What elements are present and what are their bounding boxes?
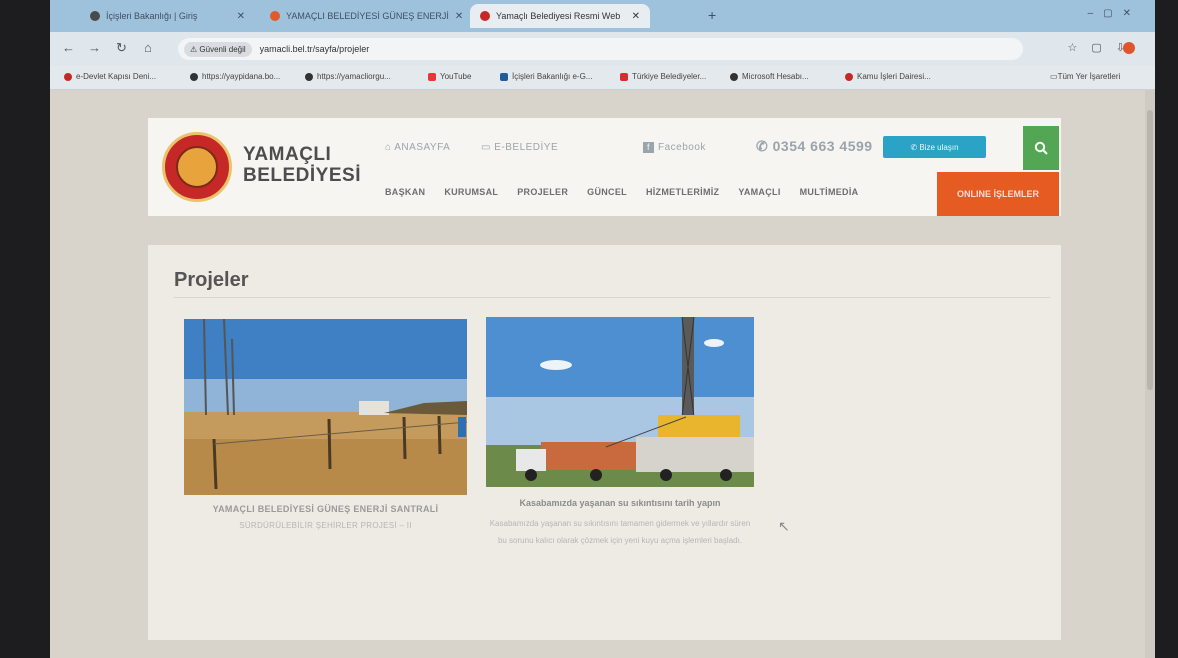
logo-emblem [176, 146, 218, 188]
menu-item-multimedia[interactable]: MULTİMEDİA [800, 187, 859, 197]
bookmark-icon [620, 72, 628, 81]
back-icon[interactable]: ← [62, 40, 75, 55]
forward-icon[interactable]: → [88, 40, 101, 55]
menu-item-guncel[interactable]: GÜNCEL [587, 187, 627, 197]
tab-label: YAMAÇLI BELEDİYESİ GÜNEŞ ENERJİ [286, 11, 449, 21]
tab-2[interactable]: YAMAÇLI BELEDİYESİ GÜNEŞ ENERJİ ✕ [260, 4, 465, 28]
tab-3-active[interactable]: Yamaçlı Belediyesi Resmi Web ✕ [470, 4, 650, 28]
security-badge[interactable]: ⚠ Güvenli değil [184, 41, 252, 57]
tab-label: Yamaçlı Belediyesi Resmi Web [496, 11, 621, 21]
project-image-solar[interactable] [184, 319, 467, 495]
online-services-button[interactable]: ONLINE İŞLEMLER [937, 172, 1059, 216]
bookmark-item[interactable]: Kamu İşleri Dairesi... [845, 72, 931, 81]
all-bookmarks[interactable]: ▭ Tüm Yer İşaretleri [1050, 72, 1120, 81]
projects-panel: Projeler YAMAÇLI BELEDİYESİ GÜNEŞ ENERJİ… [148, 245, 1061, 640]
profile-avatar[interactable] [1123, 42, 1135, 54]
bookmark-icon [64, 72, 72, 81]
bookmark-icon [845, 72, 853, 81]
close-icon[interactable]: ✕ [231, 11, 245, 22]
brand-name-line2[interactable]: BELEDİYESİ [243, 165, 361, 187]
facebook-icon: f [643, 142, 654, 153]
bookmark-item[interactable]: Microsoft Hesabı... [730, 72, 809, 81]
tab-label: İçişleri Bakanlığı | Giriş [106, 11, 198, 21]
page-title: Projeler [174, 269, 249, 291]
bookmark-item[interactable]: İçişleri Bakanlığı e-G... [500, 72, 592, 81]
project-caption-solar[interactable]: YAMAÇLI BELEDİYESİ GÜNEŞ ENERJİ SANTRALİ [184, 504, 467, 514]
tab-favicon-icon [90, 11, 100, 21]
bookmark-icon [730, 72, 738, 81]
tab-favicon-icon [270, 11, 280, 21]
menu-item-kurumsal[interactable]: KURUMSAL [444, 187, 498, 197]
facebook-link[interactable]: f Facebook [643, 142, 706, 153]
project-description-well: Kasabamızda yaşanan su sıkıntısını tamam… [489, 519, 751, 545]
close-icon[interactable]: ✕ [626, 11, 640, 22]
tab-bar: İçişleri Bakanlığı | Giriş ✕ YAMAÇLI BEL… [50, 0, 1155, 32]
window-controls[interactable]: –▢✕ [1088, 8, 1141, 19]
browser-toolbar: ← → ↻ ⌂ ⚠ Güvenli değil yamacli.bel.tr/s… [50, 32, 1155, 66]
page-scrollbar[interactable] [1145, 90, 1155, 658]
url-text: yamacli.bel.tr/sayfa/projeler [259, 44, 370, 54]
search-icon [1034, 141, 1048, 155]
bookmark-item[interactable]: Türkiye Belediyeler... [620, 72, 706, 81]
title-divider [174, 297, 1050, 298]
new-tab-button[interactable]: + [708, 7, 716, 23]
bookmarks-bar: e-Devlet Kapısı Deni... https://yaypidan… [50, 66, 1155, 90]
municipality-logo[interactable] [162, 132, 232, 202]
reload-icon[interactable]: ↻ [116, 40, 127, 56]
menu-item-yamacli[interactable]: YAMAÇLI [738, 187, 780, 197]
bookmark-icon [500, 72, 508, 81]
bookmark-icon [190, 72, 198, 81]
tab-favicon-icon [480, 11, 490, 21]
ebelediye-link[interactable]: ▭ E-BELEDİYE [481, 142, 558, 153]
scrollbar-thumb[interactable] [1147, 110, 1153, 390]
home-link[interactable]: ⌂ ANASAYFA [385, 142, 450, 153]
address-bar[interactable]: ⚠ Güvenli değil yamacli.bel.tr/sayfa/pro… [178, 38, 1023, 60]
home-icon[interactable]: ⌂ [144, 40, 152, 55]
contact-button[interactable]: ✆ Bize ulaşın [883, 136, 986, 158]
bookmark-item[interactable]: e-Devlet Kapısı Deni... [64, 72, 156, 81]
youtube-icon [428, 72, 436, 81]
main-menu: BAŞKAN KURUMSAL PROJELER GÜNCEL HİZMETLE… [385, 187, 858, 197]
bookmark-item[interactable]: https://yamacliorgu... [305, 72, 391, 81]
bookmark-item[interactable]: YouTube [428, 72, 471, 81]
tab-1[interactable]: İçişleri Bakanlığı | Giriş ✕ [80, 4, 255, 28]
close-icon[interactable]: ✕ [449, 11, 463, 22]
page-viewport: YAMAÇLI BELEDİYESİ ⌂ ANASAYFA ▭ E-BELEDİ… [50, 90, 1145, 658]
search-button[interactable] [1023, 126, 1059, 170]
menu-item-projeler[interactable]: PROJELER [517, 187, 568, 197]
project-subtitle-solar: SÜRDÜRÜLEBİLİR ŞEHİRLER PROJESİ – II [239, 521, 412, 530]
mouse-cursor-icon: ↖ [778, 518, 790, 534]
site-header: YAMAÇLI BELEDİYESİ ⌂ ANASAYFA ▭ E-BELEDİ… [148, 118, 1061, 216]
project-image-well[interactable] [486, 317, 754, 487]
menu-item-baskan[interactable]: BAŞKAN [385, 187, 425, 197]
phone-number[interactable]: ✆ 0354 663 4599 [756, 138, 873, 155]
project-caption-well[interactable]: Kasabamızda yaşanan su sıkıntısını tarih… [486, 498, 754, 508]
brand-name-line1[interactable]: YAMAÇLI [243, 144, 331, 166]
menu-item-hizmetlerimiz[interactable]: HİZMETLERİMİZ [646, 187, 719, 197]
bookmark-icon [305, 72, 313, 81]
bookmark-item[interactable]: https://yaypidana.bo... [190, 72, 280, 81]
